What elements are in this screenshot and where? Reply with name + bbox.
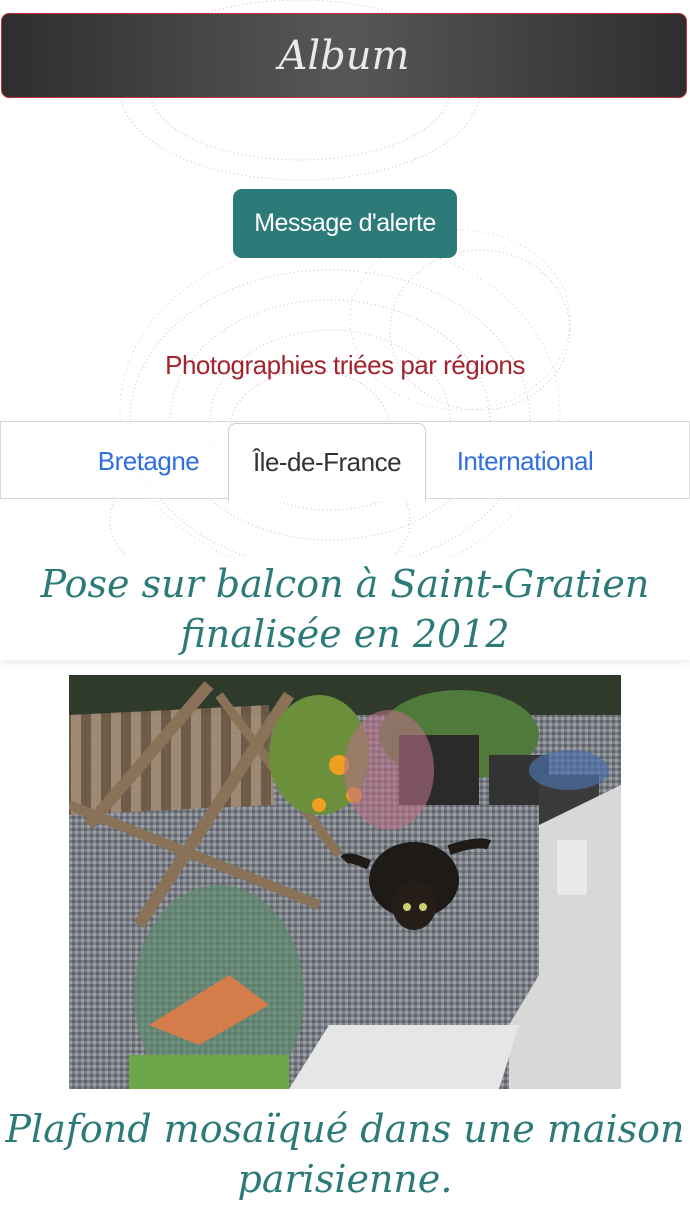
section-title: Plafond mosaïqué dans une maison parisie…: [5, 1107, 685, 1201]
photo-image: [69, 675, 621, 1089]
tab-ile-de-france[interactable]: Île-de-France: [228, 423, 426, 501]
app-title: Album: [278, 32, 410, 79]
gallery-subtitle: Photographies triées par régions: [165, 350, 525, 380]
tab-international[interactable]: International: [433, 422, 617, 500]
section-title: Pose sur balcon à Saint-Gratien finalisé…: [40, 562, 650, 656]
balcony-cat-photo[interactable]: [69, 675, 621, 1089]
alert-message-button[interactable]: Message d'alerte: [233, 189, 457, 258]
tab-bretagne[interactable]: Bretagne: [61, 422, 236, 500]
region-tabs: Bretagne Île-de-France International: [0, 421, 690, 501]
app-header: Album: [1, 13, 687, 98]
